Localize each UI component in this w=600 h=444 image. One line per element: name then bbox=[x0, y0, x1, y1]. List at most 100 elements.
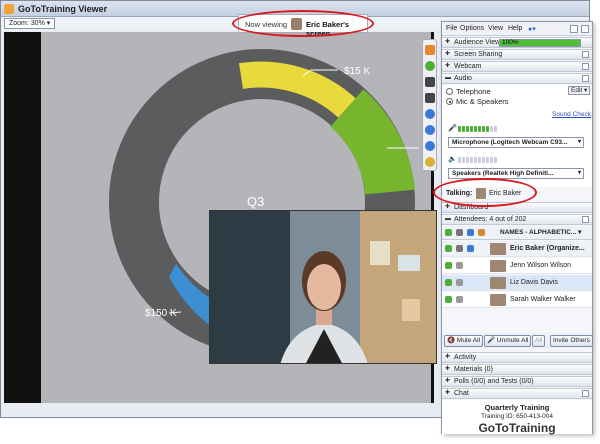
drawing-tool-icon[interactable] bbox=[425, 109, 435, 119]
section-screen-sharing[interactable]: ✚ Screen Sharing bbox=[442, 49, 592, 60]
screen-icon[interactable] bbox=[425, 93, 435, 103]
eraser-tool-icon[interactable] bbox=[425, 141, 435, 151]
microphone-value: Microphone (Logitech Webcam C93... bbox=[452, 139, 568, 146]
attendee-name: Eric Baker (Organize... bbox=[510, 245, 585, 252]
telephone-label: Telephone bbox=[456, 87, 491, 96]
zoom-dropdown[interactable]: Zoom: 30% ▾ bbox=[4, 18, 56, 29]
section-audience-view[interactable]: ✚ Audience View 100% bbox=[442, 37, 592, 48]
popout-icon[interactable] bbox=[582, 51, 589, 58]
menu-options[interactable]: Options bbox=[460, 25, 484, 32]
telephone-radio[interactable] bbox=[446, 88, 453, 95]
speakers-value: Speakers (Realtek High Definiti... bbox=[452, 170, 554, 177]
attendee-name: Sarah Walker Walker bbox=[510, 296, 576, 303]
close-panel-button[interactable] bbox=[581, 25, 589, 33]
attendee-name: Jenn Wilson Wilson bbox=[510, 262, 572, 269]
webcam-icon bbox=[456, 245, 463, 252]
unmute-all-label: Unmute All bbox=[496, 337, 529, 344]
expand-arrow-icon: ✚ bbox=[445, 354, 451, 360]
audience-view-label: Audience View bbox=[454, 39, 501, 46]
expand-arrow-icon: ✚ bbox=[445, 63, 451, 69]
edit-label: Edit bbox=[571, 87, 583, 94]
minimize-button[interactable] bbox=[570, 25, 578, 33]
panel-footer: Quarterly Training Training ID: 650-413-… bbox=[442, 400, 592, 435]
unmute-all-button[interactable]: 🎤 Unmute All bbox=[484, 335, 532, 347]
all-button[interactable]: All bbox=[532, 335, 546, 347]
status-icon bbox=[467, 245, 474, 252]
highlight-ring-talking bbox=[433, 178, 537, 207]
avatar bbox=[490, 277, 506, 289]
menu-view[interactable]: View bbox=[488, 25, 503, 32]
webcam-label: Webcam bbox=[454, 63, 482, 70]
training-name: Quarterly Training bbox=[484, 403, 550, 412]
attendee-name: Liz Davis Davis bbox=[510, 279, 558, 286]
control-panel: File Options View Help ●▾ ✚ Audience Vie… bbox=[441, 21, 593, 435]
chevron-down-icon: ▾ bbox=[577, 139, 581, 145]
section-polls[interactable]: ✚ Polls (0/0) and Tests (0/0) bbox=[442, 376, 592, 387]
avatar bbox=[490, 260, 506, 272]
mic-icon[interactable] bbox=[425, 61, 435, 71]
materials-label: Materials (0) bbox=[454, 366, 493, 373]
section-chat[interactable]: ✚ Chat bbox=[442, 388, 592, 399]
section-activity[interactable]: ✚ Activity bbox=[442, 352, 592, 363]
edit-button[interactable]: Edit ▾ bbox=[568, 86, 590, 95]
names-sort-header[interactable]: NAMES - ALPHABETIC... ▾ bbox=[500, 228, 592, 238]
mic-speakers-radio[interactable] bbox=[446, 98, 453, 105]
section-audio[interactable]: ▬ Audio bbox=[442, 73, 592, 84]
menu-help[interactable]: Help bbox=[508, 25, 522, 32]
attendees-label: Attendees: bbox=[454, 216, 488, 223]
section-materials[interactable]: ✚ Materials (0) bbox=[442, 364, 592, 375]
globe-icon[interactable]: ●▾ bbox=[528, 25, 536, 33]
all-label: All bbox=[535, 337, 543, 344]
mic-level-meter bbox=[458, 125, 498, 132]
popout-icon[interactable] bbox=[582, 75, 589, 82]
attendee-column-header: NAMES - ALPHABETIC... ▾ bbox=[442, 226, 592, 240]
grab-tab-icon[interactable] bbox=[425, 45, 435, 55]
chat-label: Chat bbox=[454, 390, 469, 397]
invite-others-button[interactable]: Invite Others bbox=[550, 335, 593, 347]
status-column-icon[interactable] bbox=[467, 229, 474, 236]
attendee-row[interactable]: Jenn Wilson Wilson bbox=[442, 258, 592, 274]
speaker-level-meter bbox=[458, 156, 498, 163]
mic-icon[interactable] bbox=[445, 245, 452, 252]
invite-others-label: Invite Others bbox=[553, 337, 590, 344]
hand-column-icon[interactable] bbox=[478, 229, 485, 236]
attendee-row-organizer[interactable]: Eric Baker (Organize... bbox=[442, 241, 592, 257]
window-title: GoToTraining Viewer bbox=[18, 4, 108, 14]
webcam-column-icon[interactable] bbox=[456, 229, 463, 236]
presenter-video-frame bbox=[210, 211, 436, 363]
chevron-down-icon: ▾ bbox=[577, 170, 581, 176]
popout-icon[interactable] bbox=[582, 390, 589, 397]
mic-icon[interactable] bbox=[445, 262, 452, 269]
webcam-video bbox=[209, 210, 437, 364]
section-webcam[interactable]: ✚ Webcam bbox=[442, 61, 592, 72]
popout-icon[interactable] bbox=[582, 63, 589, 70]
drawing-tool-strip bbox=[422, 39, 437, 171]
webcam-icon[interactable] bbox=[425, 77, 435, 87]
expand-arrow-icon: ✚ bbox=[445, 51, 451, 57]
mute-all-button[interactable]: 🔇 Mute All bbox=[444, 335, 484, 347]
webcam-icon bbox=[456, 262, 463, 269]
chart-title: Q3 bbox=[247, 194, 264, 209]
attendee-actions: 🔇 Mute All 🎤 Unmute All All Invite Other… bbox=[442, 333, 593, 349]
donut-green-segment bbox=[329, 89, 415, 196]
mic-icon[interactable] bbox=[445, 279, 452, 286]
section-attendees[interactable]: ▬ Attendees: 4 out of 202 bbox=[442, 214, 592, 225]
names-sort-label: NAMES - ALPHABETIC... bbox=[500, 229, 577, 236]
collapse-arrow-icon: ▬ bbox=[445, 216, 451, 222]
collapse-arrow-icon: ▬ bbox=[445, 75, 451, 81]
speakers-select[interactable]: Speakers (Realtek High Definiti... ▾ bbox=[448, 168, 584, 179]
attendee-row-selected[interactable]: Liz Davis Davis bbox=[442, 275, 592, 291]
menu-file[interactable]: File bbox=[446, 25, 457, 32]
pointer-tool-icon[interactable] bbox=[425, 125, 435, 135]
sound-check-link[interactable]: Sound Check bbox=[552, 111, 591, 118]
zoom-label: Zoom: 30% bbox=[9, 20, 45, 27]
microphone-select[interactable]: Microphone (Logitech Webcam C93... ▾ bbox=[448, 137, 584, 148]
audio-label: Audio bbox=[454, 75, 472, 82]
popout-icon[interactable] bbox=[582, 216, 589, 223]
mic-column-icon[interactable] bbox=[445, 229, 452, 236]
mute-all-label: Mute All bbox=[456, 337, 481, 344]
microphone-icon: 🎤 bbox=[448, 125, 457, 132]
mic-icon[interactable] bbox=[445, 296, 452, 303]
highlighter-tool-icon[interactable] bbox=[425, 157, 435, 167]
attendee-row[interactable]: Sarah Walker Walker bbox=[442, 292, 592, 308]
